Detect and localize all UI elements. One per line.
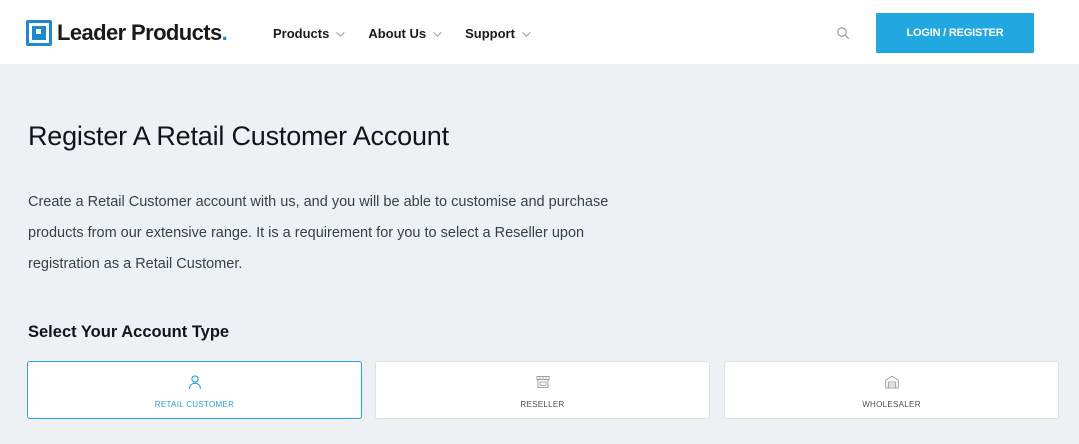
account-type-retail-customer[interactable]: RETAIL CUSTOMER (27, 361, 362, 419)
chevron-down-icon (522, 27, 531, 37)
brand-name: Leader Products. (57, 20, 228, 45)
account-type-selector: RETAIL CUSTOMER RESELLER WHOLESALER (27, 361, 1059, 419)
account-type-wholesaler[interactable]: WHOLESALER (724, 361, 1059, 419)
nav-item-products[interactable]: Products (273, 26, 346, 41)
brand-logo[interactable]: Leader Products. (26, 20, 228, 46)
warehouse-icon (884, 375, 899, 389)
page-title: Register A Retail Customer Account (28, 121, 449, 151)
search-icon[interactable] (836, 26, 850, 40)
logo-icon (26, 20, 52, 46)
nav-item-about-us[interactable]: About Us (368, 26, 442, 41)
account-type-label: WHOLESALER (862, 400, 921, 409)
user-icon (188, 375, 201, 390)
nav-item-label: Support (465, 26, 515, 41)
nav-item-label: About Us (368, 26, 427, 41)
login-register-button[interactable]: LOGIN / REGISTER (876, 13, 1034, 53)
nav-item-label: Products (273, 26, 330, 41)
intro-line: products from our extensive range. It is… (28, 225, 585, 241)
account-type-heading: Select Your Account Type (28, 323, 230, 341)
account-type-label: RESELLER (520, 400, 565, 409)
intro-line: registration as a Retail Customer. (28, 256, 243, 272)
intro-line: Create a Retail Customer account with us… (28, 194, 609, 210)
chevron-down-icon (433, 27, 442, 37)
account-type-reseller[interactable]: RESELLER (375, 361, 710, 419)
account-type-label: RETAIL CUSTOMER (154, 400, 235, 409)
nav-item-support[interactable]: Support (465, 26, 531, 41)
intro-text: Create a Retail Customer account with us… (28, 187, 728, 280)
chevron-down-icon (336, 27, 346, 37)
site-header: Leader Products. Products About Us Suppo… (0, 0, 1079, 64)
store-icon (536, 376, 549, 388)
main-nav: Products About Us Support (273, 26, 554, 41)
